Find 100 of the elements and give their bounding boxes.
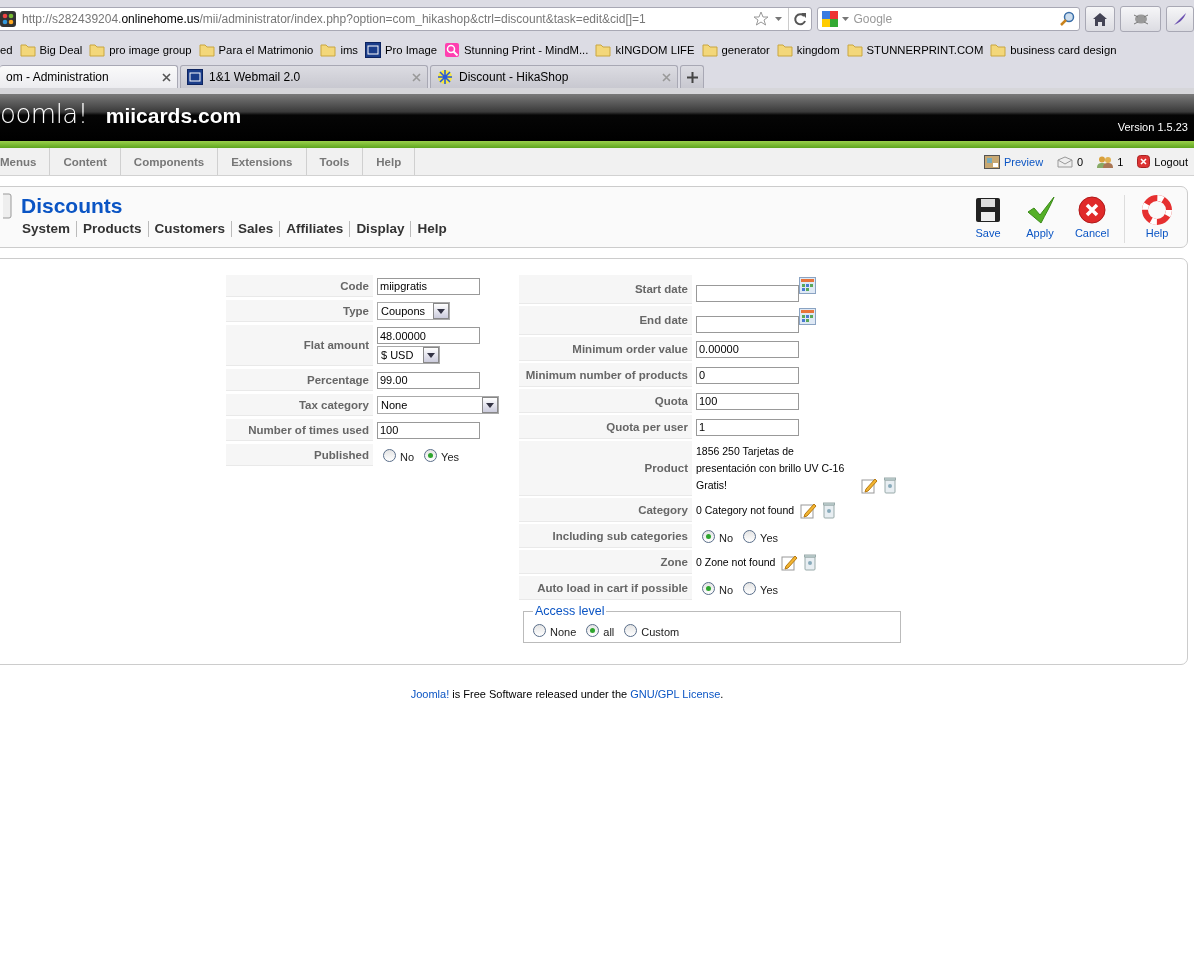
input-field[interactable]: 99.00 — [377, 371, 480, 389]
close-icon[interactable] — [162, 72, 171, 82]
field-label: Including sub categories — [519, 524, 692, 548]
radio-button[interactable] — [533, 623, 546, 637]
radio-button[interactable] — [702, 529, 715, 543]
calendar-icon[interactable] — [799, 277, 816, 294]
select-field[interactable]: $ USD — [377, 346, 440, 364]
pen-button[interactable] — [1166, 6, 1194, 32]
menu-item[interactable]: Content — [50, 148, 121, 175]
bookmark[interactable]: Pro Image — [364, 42, 438, 58]
preview-link[interactable]: Preview — [1003, 155, 1044, 168]
select-field[interactable]: None — [377, 396, 499, 414]
select-field[interactable]: Coupons — [377, 302, 450, 320]
submenu-link[interactable]: Customers — [147, 221, 232, 237]
check-icon — [1025, 195, 1055, 225]
radio-button[interactable] — [624, 623, 638, 637]
url-field[interactable]: http://s282439204.onlinehome.us/mii/administrator/index.php?option=com_hikashop&ctrl=discount&task=edit&cid[]=1 — [0, 7, 813, 31]
menu-item[interactable]: Extensions — [218, 148, 307, 175]
bookmark[interactable]: kINGDOM LIFE — [595, 43, 695, 57]
browser-tab[interactable]: 1&1 Webmail 2.0 — [180, 65, 428, 88]
folder-icon — [990, 43, 1007, 57]
field-label: Start date — [519, 275, 692, 304]
input-field[interactable] — [696, 316, 799, 333]
caret-icon — [427, 352, 435, 358]
caret-icon[interactable] — [842, 17, 850, 21]
submenu-link[interactable]: Display — [349, 221, 411, 237]
field-label: Type — [226, 300, 373, 322]
radio-label: No — [719, 532, 734, 544]
logout-link[interactable]: Logout — [1154, 155, 1188, 168]
menu-item[interactable]: Help — [363, 148, 416, 175]
bookmark[interactable]: ims — [320, 43, 358, 57]
input-field[interactable]: 0.00000 — [696, 340, 799, 358]
reload-icon[interactable] — [793, 12, 808, 26]
input-field[interactable]: 100 — [696, 392, 799, 410]
calendar-icon[interactable] — [799, 308, 816, 325]
radio-button[interactable] — [586, 623, 600, 637]
input-field[interactable]: miipgratis — [377, 277, 480, 295]
bookmark[interactable]: Para el Matrimonio — [198, 43, 314, 57]
caret-icon[interactable] — [775, 17, 783, 21]
radio-label: No — [400, 451, 415, 463]
trash-icon[interactable] — [823, 501, 836, 519]
caret-icon — [437, 308, 445, 314]
new-tab-button[interactable] — [680, 65, 704, 88]
edit-icon[interactable] — [861, 477, 878, 494]
input-field[interactable]: 1 — [696, 418, 799, 436]
radio-button[interactable] — [383, 448, 396, 462]
field-label: Minimum order value — [519, 337, 692, 361]
radio-button[interactable] — [424, 448, 438, 462]
field-label: Auto load in cart if possible — [519, 576, 692, 600]
bookmark[interactable]: ed — [0, 44, 13, 56]
field-label: Flat amount — [226, 325, 373, 366]
bookmark[interactable]: kingdom — [776, 43, 840, 57]
input-field[interactable]: 0 — [696, 366, 799, 384]
input-field[interactable]: 48.00000 — [377, 327, 480, 344]
submenu-link[interactable]: Help — [410, 221, 453, 237]
logout-icon[interactable] — [1137, 155, 1151, 168]
menu-item[interactable]: Tools — [306, 148, 364, 175]
folder-icon — [89, 43, 106, 57]
envelope-icon — [1057, 155, 1074, 168]
field-label: Number of times used — [226, 419, 373, 441]
field-label: Tax category — [226, 394, 373, 416]
radio-button[interactable] — [743, 529, 757, 543]
input-field[interactable]: 100 — [377, 421, 480, 439]
edit-icon[interactable] — [800, 501, 818, 519]
field-label: Percentage — [226, 369, 373, 391]
radio-label: Yes — [760, 584, 778, 596]
submenu-link[interactable]: Affiliates — [279, 221, 350, 237]
menu-item[interactable]: Components — [120, 148, 219, 175]
footer-text: Joomla! is Free Software released under the GNU/GPL License. — [410, 688, 724, 700]
folder-icon — [198, 43, 215, 57]
toolbar-button[interactable]: Apply — [1016, 195, 1064, 239]
field-label: Zone — [519, 550, 692, 574]
bookmark[interactable]: Big Deal — [19, 43, 83, 57]
home-button[interactable] — [1085, 6, 1115, 32]
star-icon[interactable] — [753, 11, 770, 27]
bookmark[interactable]: STUNNERPRINT.COM — [846, 43, 984, 57]
radio-button[interactable] — [702, 581, 715, 595]
bookmark[interactable]: Stunning Print - MindM... — [444, 42, 589, 58]
menu-item[interactable]: Menus — [0, 148, 51, 175]
toolbar-button[interactable]: Cancel — [1068, 195, 1116, 239]
radio-button[interactable] — [743, 581, 757, 595]
input-field[interactable] — [696, 285, 799, 302]
browser-tab[interactable]: om - Administration — [0, 65, 178, 88]
submenu-link[interactable]: Products — [76, 221, 148, 237]
site-icon — [187, 69, 203, 85]
submenu-link[interactable]: System — [22, 221, 77, 237]
toolbar-button[interactable]: Save — [964, 195, 1012, 239]
bookmark[interactable]: pro image group — [89, 43, 192, 57]
trash-icon[interactable] — [804, 553, 817, 571]
radio-label: None — [550, 626, 577, 638]
joomla-link[interactable]: Joomla! — [410, 688, 450, 700]
caret-icon — [486, 402, 494, 408]
bookmark[interactable]: business card design — [990, 43, 1117, 57]
site-name: miicards.com — [105, 104, 242, 128]
toolbar-button[interactable]: Help — [1133, 195, 1181, 239]
browser-tab[interactable]: Discount - HikaShop — [430, 65, 678, 88]
bookmark[interactable]: generator — [701, 43, 770, 57]
edit-icon[interactable] — [781, 553, 799, 571]
search-icon[interactable] — [1059, 11, 1076, 27]
submenu-link[interactable]: Sales — [231, 221, 280, 237]
